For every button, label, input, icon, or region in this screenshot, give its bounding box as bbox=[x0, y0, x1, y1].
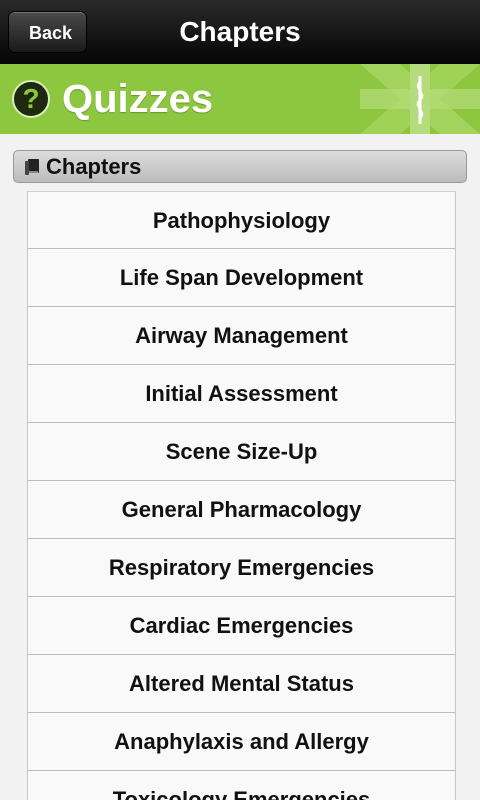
chapter-item[interactable]: Airway Management bbox=[28, 307, 455, 365]
chapter-item[interactable]: Scene Size-Up bbox=[28, 423, 455, 481]
chapter-item[interactable]: Respiratory Emergencies bbox=[28, 539, 455, 597]
chapter-item[interactable]: Initial Assessment bbox=[28, 365, 455, 423]
chapter-item[interactable]: Anaphylaxis and Allergy bbox=[28, 713, 455, 771]
chapter-item[interactable]: Cardiac Emergencies bbox=[28, 597, 455, 655]
back-button-label: Back bbox=[29, 23, 73, 43]
banner-title: Quizzes bbox=[62, 77, 214, 121]
section-title: Chapters bbox=[46, 154, 142, 179]
section-header: Chapters bbox=[13, 150, 467, 183]
chapter-item[interactable]: Toxicology Emergencies bbox=[28, 771, 455, 800]
help-icon[interactable]: ? bbox=[12, 80, 50, 118]
chapter-item[interactable]: Life Span Development bbox=[28, 249, 455, 307]
screen: Back Chapters ? Quizzes Chapters Pathoph… bbox=[0, 0, 480, 800]
quizzes-banner: ? Quizzes bbox=[0, 64, 480, 134]
chapter-list: Pathophysiology Life Span Development Ai… bbox=[27, 191, 456, 800]
navigation-bar: Back Chapters bbox=[0, 0, 480, 65]
medical-cross-decoration-icon bbox=[360, 64, 480, 134]
book-icon bbox=[25, 159, 39, 175]
chapter-item[interactable]: Altered Mental Status bbox=[28, 655, 455, 713]
back-button[interactable]: Back bbox=[8, 11, 88, 53]
chapter-item[interactable]: Pathophysiology bbox=[28, 191, 455, 249]
chapter-item[interactable]: General Pharmacology bbox=[28, 481, 455, 539]
